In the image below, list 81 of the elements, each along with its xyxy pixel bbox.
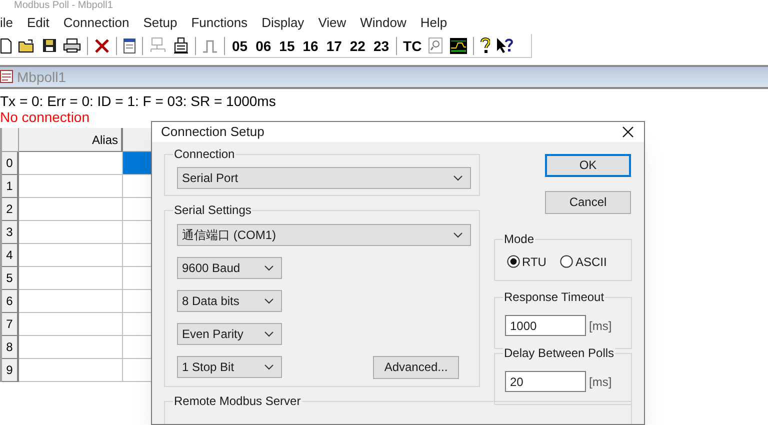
menu-item[interactable]: Connection: [63, 12, 130, 34]
dropdown[interactable]: Even Parity: [177, 322, 282, 344]
table-cell[interactable]: [19, 221, 123, 244]
chevron-down-icon: [264, 264, 274, 270]
function-code-button[interactable]: 16: [302, 36, 320, 56]
document-title: Mbpoll1: [17, 68, 66, 87]
unit-label: [ms]: [589, 318, 612, 334]
radio-label: RTU: [522, 254, 546, 270]
row-header: 4: [2, 244, 19, 267]
close-icon[interactable]: [622, 126, 634, 138]
row-header: 0: [2, 152, 19, 175]
function-code-button[interactable]: 15: [278, 36, 296, 56]
dropdown[interactable]: 通信端口 (COM1): [177, 224, 471, 246]
chevron-down-icon: [453, 232, 463, 238]
row-header: 6: [2, 290, 19, 313]
printer-icon[interactable]: [63, 38, 81, 53]
dropdown[interactable]: Serial Port: [177, 166, 471, 188]
save-icon[interactable]: [42, 38, 57, 53]
function-code-button[interactable]: 06: [254, 36, 272, 56]
dialog-button[interactable]: OK: [545, 154, 631, 176]
table-cell[interactable]: [19, 290, 123, 313]
menu-item[interactable]: Setup: [143, 12, 178, 34]
device-icon[interactable]: [173, 36, 189, 54]
table-cell[interactable]: [19, 175, 123, 198]
row-header: 8: [2, 336, 19, 359]
magnifier-document-icon[interactable]: [428, 37, 444, 54]
status-line: Tx = 0: Err = 0: ID = 1: F = 03: SR = 1000ms: [0, 93, 277, 109]
input-field[interactable]: 1000: [505, 315, 586, 336]
pulse-icon[interactable]: [202, 38, 218, 54]
function-code-button[interactable]: 05: [231, 36, 249, 56]
chevron-down-icon: [453, 174, 463, 180]
window-icon[interactable]: [123, 38, 136, 54]
table-cell[interactable]: [19, 244, 123, 267]
input-field[interactable]: 20: [505, 371, 586, 392]
row-header: 7: [2, 313, 19, 336]
new-document-icon[interactable]: [0, 38, 12, 54]
menu-item[interactable]: Display: [262, 12, 304, 34]
menu-item[interactable]: ile: [0, 12, 14, 34]
row-header: 3: [2, 221, 19, 244]
menu-item[interactable]: Window: [360, 12, 406, 34]
radio-button[interactable]: [560, 255, 574, 268]
dropdown[interactable]: 9600 Baud: [177, 256, 282, 278]
function-code-button[interactable]: 23: [372, 36, 390, 56]
column-header: Alias: [19, 128, 123, 152]
chevron-down-icon: [264, 298, 274, 304]
dropdown[interactable]: 8 Data bits: [177, 290, 282, 312]
tc-button[interactable]: TC: [403, 36, 422, 56]
menu-item[interactable]: View: [318, 12, 346, 34]
dialog-button[interactable]: Cancel: [545, 190, 631, 214]
dialog-title: Connection Setup: [161, 123, 264, 141]
unit-label: [ms]: [589, 374, 612, 390]
help-icon[interactable]: [480, 37, 490, 54]
menu-item[interactable]: Edit: [27, 12, 50, 34]
close-icon[interactable]: [94, 38, 110, 54]
table-cell[interactable]: [19, 313, 123, 336]
pointer-help-icon[interactable]: [496, 37, 514, 54]
table-cell[interactable]: [19, 359, 123, 382]
menu-item[interactable]: Functions: [191, 12, 248, 34]
table-cell[interactable]: [19, 198, 123, 221]
advanced-button[interactable]: Advanced...: [373, 356, 459, 378]
dropdown[interactable]: 1 Stop Bit: [177, 356, 282, 378]
row-header: 1: [2, 175, 19, 198]
row-header: 5: [2, 267, 19, 290]
row-header: 2: [2, 198, 19, 221]
table-cell[interactable]: [19, 336, 123, 359]
function-code-button[interactable]: 17: [325, 36, 343, 56]
radio-label: ASCII: [575, 254, 607, 270]
network-icon[interactable]: [149, 36, 167, 54]
row-header: 9: [2, 359, 19, 382]
window-title: Modbus Poll - Mbpoll1: [14, 0, 113, 12]
table-cell[interactable]: [19, 267, 123, 290]
document-icon: [0, 70, 13, 84]
table-cell[interactable]: [19, 152, 123, 175]
chevron-down-icon: [264, 330, 274, 336]
connection-status: No connection: [0, 109, 91, 125]
function-code-button[interactable]: 22: [348, 36, 366, 56]
chevron-down-icon: [264, 364, 274, 370]
open-folder-icon[interactable]: [18, 38, 36, 54]
graph-icon[interactable]: [450, 38, 467, 54]
menu-item[interactable]: Help: [420, 12, 448, 34]
radio-button[interactable]: [507, 255, 520, 268]
